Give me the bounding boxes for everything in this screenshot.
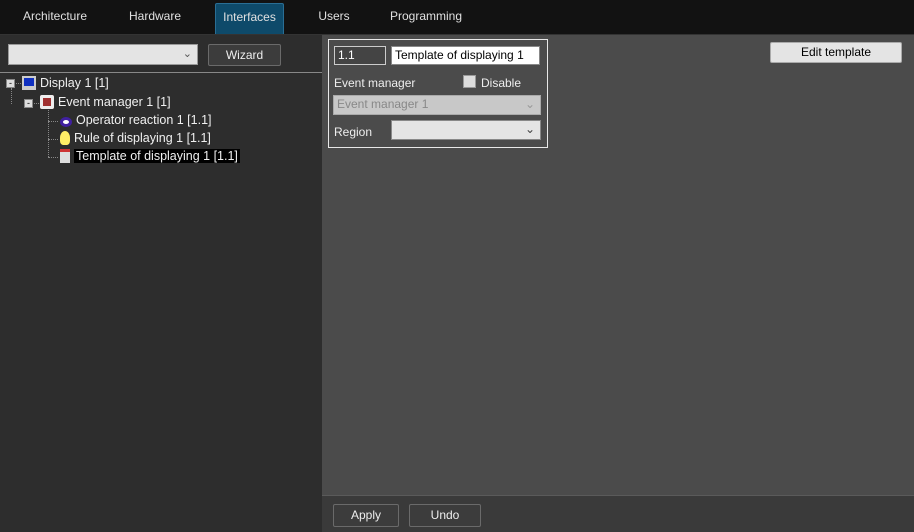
lightbulb-icon [60, 131, 70, 145]
tree-item-event-manager[interactable]: Event manager 1 [1] [40, 94, 171, 111]
tab-interfaces[interactable]: Interfaces [215, 3, 284, 34]
template-icon [60, 149, 70, 163]
event-manager-select[interactable]: Event manager 1 ⌄ [333, 95, 541, 115]
wizard-button[interactable]: Wizard [208, 44, 281, 66]
apply-button[interactable]: Apply [333, 504, 399, 527]
edit-template-button[interactable]: Edit template [770, 42, 902, 63]
tab-hardware[interactable]: Hardware [112, 3, 198, 34]
tree-item-label: Operator reaction 1 [1.1] [76, 113, 212, 127]
tab-users[interactable]: Users [300, 3, 368, 34]
tree-item-template-of-displaying[interactable]: Template of displaying 1 [1.1] [60, 148, 240, 165]
chevron-down-icon: ⌄ [524, 97, 535, 111]
collapse-toggle[interactable]: - [24, 99, 33, 108]
object-selector[interactable]: ⌄ [8, 44, 198, 65]
undo-button[interactable]: Undo [409, 504, 481, 527]
tab-architecture[interactable]: Architecture [12, 3, 98, 34]
monitor-icon [22, 76, 36, 90]
tree-item-label: Display 1 [1] [40, 76, 109, 90]
event-manager-icon [40, 95, 54, 109]
top-tab-bar: Architecture Hardware Interfaces Users P… [0, 0, 914, 35]
eye-icon [60, 117, 72, 127]
tree-item-label: Rule of displaying 1 [1.1] [74, 131, 211, 145]
tree-item-label: Event manager 1 [1] [58, 95, 171, 109]
event-manager-value: Event manager 1 [337, 97, 429, 111]
name-field[interactable]: Template of displaying 1 [391, 46, 540, 65]
id-field[interactable]: 1.1 [334, 46, 386, 65]
disable-label: Disable [481, 76, 522, 90]
tree-item-display[interactable]: Display 1 [1] [22, 75, 109, 92]
chevron-down-icon: ⌄ [182, 48, 192, 60]
tree-item-operator-reaction[interactable]: Operator reaction 1 [1.1] [60, 112, 212, 129]
tree-item-label: Template of displaying 1 [1.1] [74, 149, 240, 163]
divider [0, 72, 322, 73]
region-select[interactable]: ⌄ [391, 120, 541, 140]
chevron-down-icon: ⌄ [524, 122, 535, 136]
disable-checkbox[interactable] [463, 75, 476, 88]
event-manager-label: Event manager [334, 76, 416, 90]
tab-programming[interactable]: Programming [385, 3, 467, 34]
collapse-toggle[interactable]: - [6, 79, 15, 88]
region-label: Region [334, 125, 373, 139]
tree-item-rule-of-displaying[interactable]: Rule of displaying 1 [1.1] [60, 130, 211, 147]
